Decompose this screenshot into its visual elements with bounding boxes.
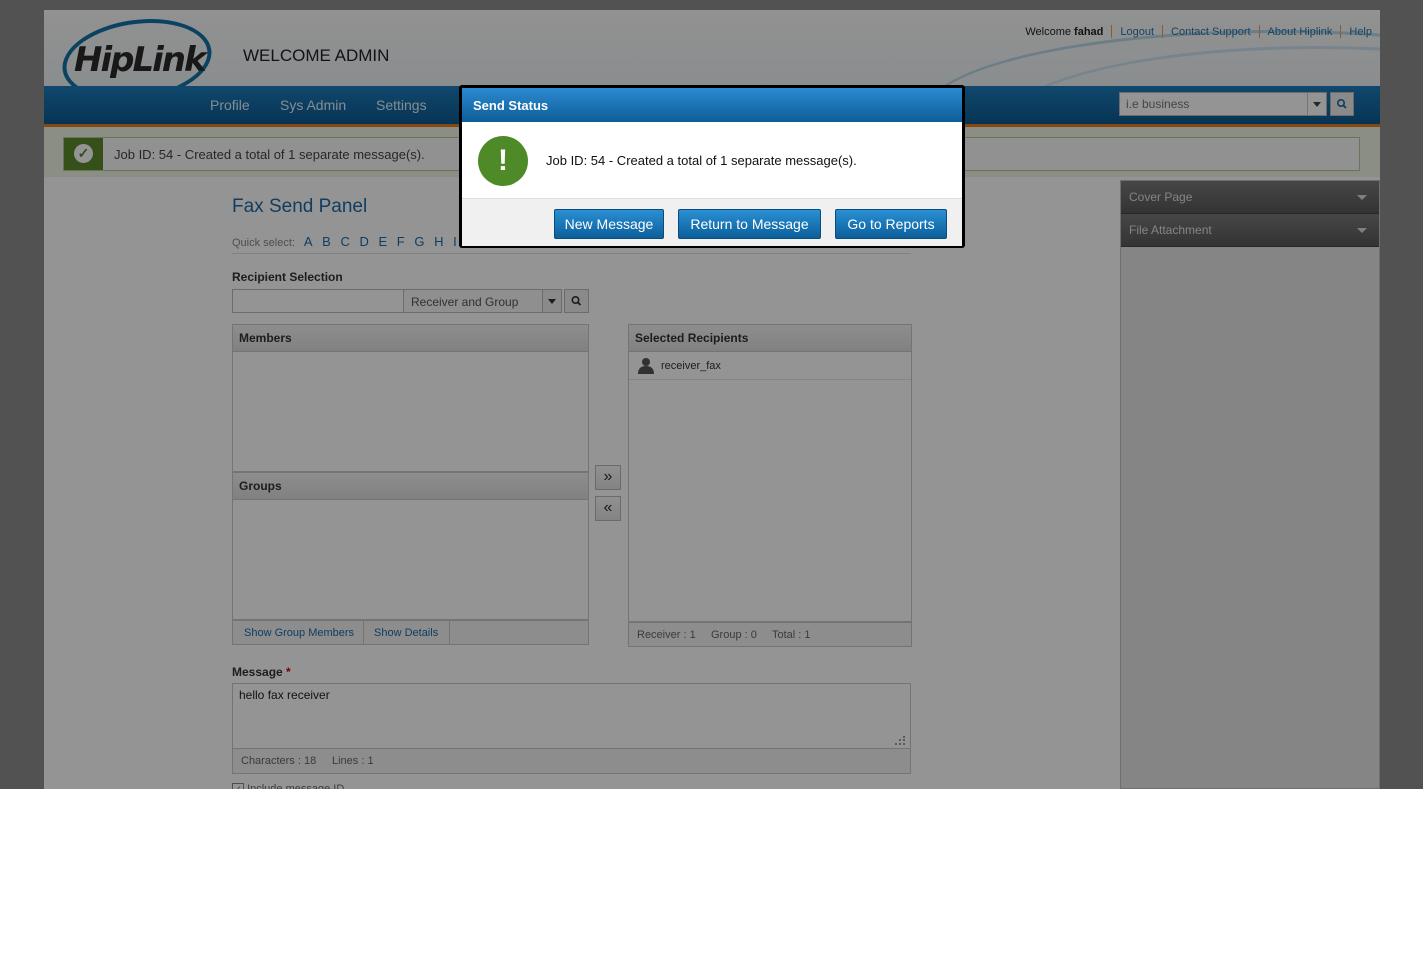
return-to-message-button[interactable]: Return to Message — [678, 209, 821, 239]
go-to-reports-button[interactable]: Go to Reports — [835, 209, 947, 239]
send-status-dialog: Send Status ! Job ID: 54 - Created a tot… — [459, 85, 965, 248]
dialog-message: Job ID: 54 - Created a total of 1 separa… — [546, 153, 857, 168]
dialog-body: ! Job ID: 54 - Created a total of 1 sepa… — [462, 122, 962, 198]
exclamation-icon: ! — [478, 136, 528, 186]
new-message-button[interactable]: New Message — [554, 209, 664, 239]
dialog-titlebar: Send Status — [462, 88, 962, 122]
dialog-footer: New Message Return to Message Go to Repo… — [462, 198, 962, 246]
dialog-title: Send Status — [473, 98, 549, 113]
